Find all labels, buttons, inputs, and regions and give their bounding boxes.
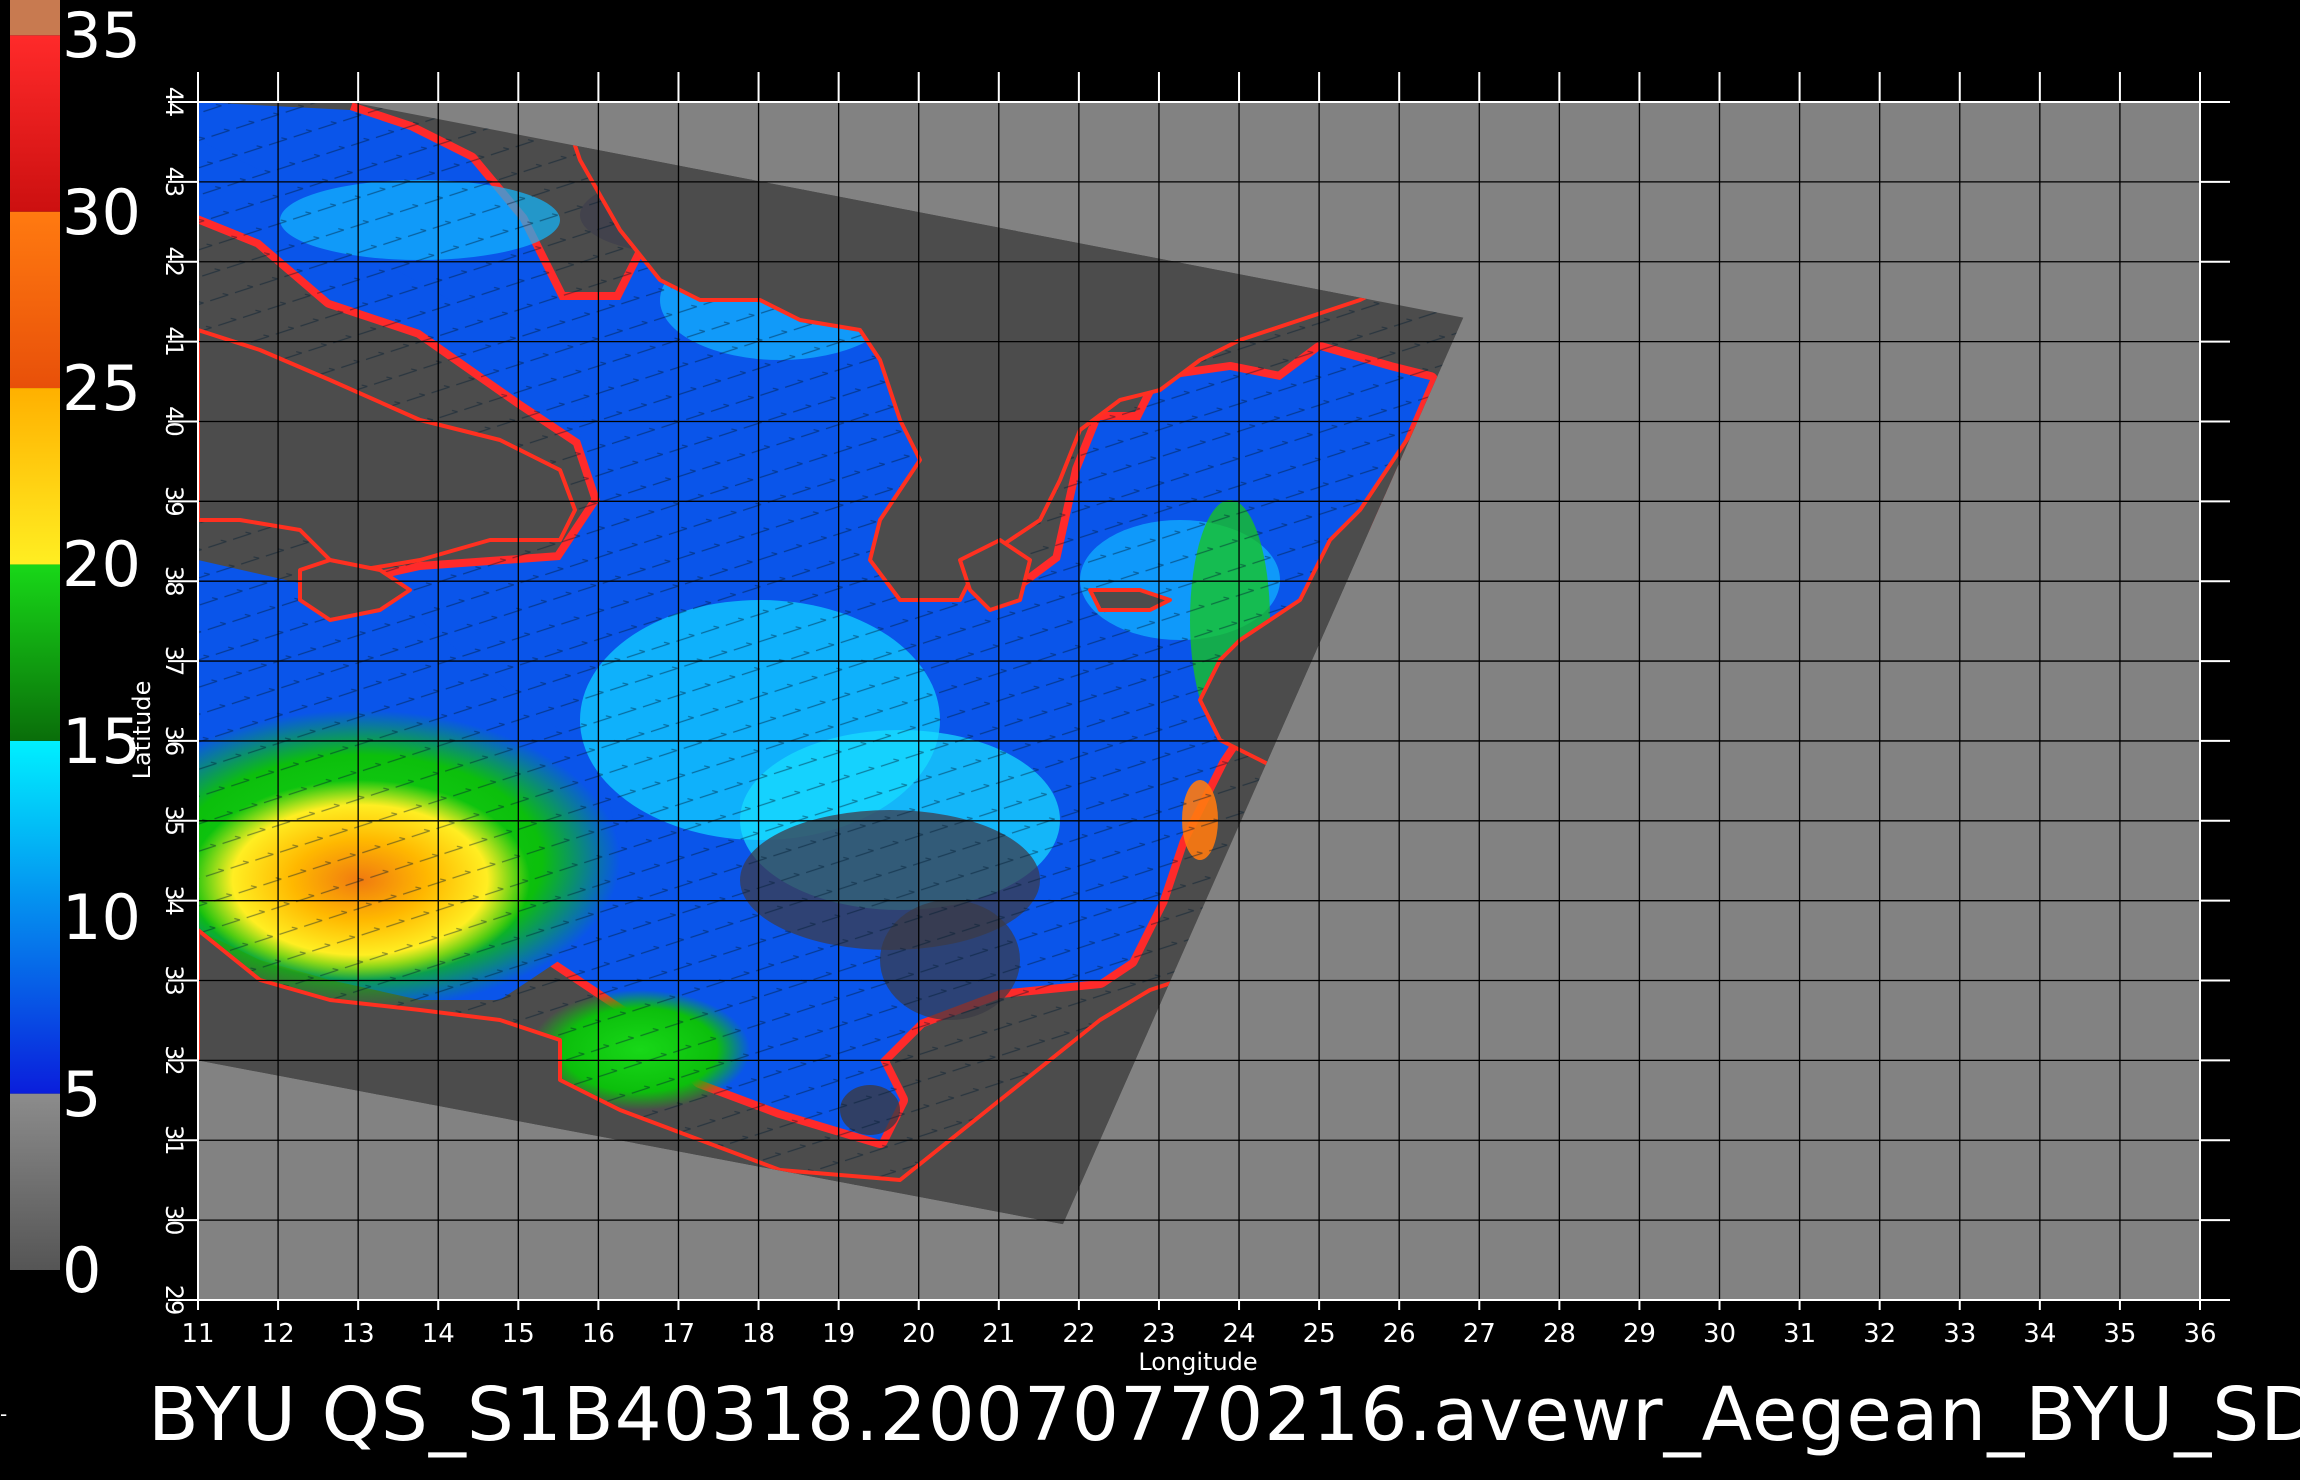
colorbar-band	[10, 564, 60, 741]
x-tick-label: 30	[1703, 1319, 1736, 1349]
x-tick-label: 23	[1142, 1319, 1175, 1349]
y-tick-label: 35	[160, 806, 188, 837]
colorbar-band	[10, 35, 60, 212]
x-tick-label: 32	[1863, 1319, 1896, 1349]
x-tick-label: 25	[1303, 1319, 1336, 1349]
x-tick-label: 12	[262, 1319, 295, 1349]
colorbar-band	[10, 1093, 60, 1270]
colorbar-label: 10	[62, 881, 141, 955]
x-tick-label: 18	[742, 1319, 775, 1349]
x-tick-label: 26	[1383, 1319, 1416, 1349]
x-tick-label: 17	[662, 1319, 695, 1349]
y-tick-label: 40	[160, 406, 188, 437]
y-tick-label: 32	[160, 1045, 188, 1076]
x-tick-label: 20	[902, 1319, 935, 1349]
x-tick-label: 24	[1222, 1319, 1255, 1349]
x-tick-label: 31	[1783, 1319, 1816, 1349]
y-tick-label: 37	[160, 646, 188, 677]
colorbar-band	[10, 740, 60, 1094]
x-tick-label: 22	[1062, 1319, 1095, 1349]
x-tick-label: 11	[181, 1319, 214, 1349]
colorbar-label: 30	[62, 175, 141, 249]
y-tick-label: 38	[160, 566, 188, 597]
y-tick-label: 31	[160, 1125, 188, 1156]
x-tick-label: 27	[1463, 1319, 1496, 1349]
y-tick-label: 34	[160, 885, 188, 916]
colorbar	[10, 0, 60, 1270]
x-tick-label: 34	[2023, 1319, 2056, 1349]
y-tick-label: 33	[160, 965, 188, 996]
colorbar-label: 35	[62, 0, 141, 73]
colorbar-label: 5	[62, 1057, 102, 1131]
x-tick-label: 35	[2103, 1319, 2136, 1349]
y-tick-label: 30	[160, 1205, 188, 1236]
x-tick-label: 14	[422, 1319, 455, 1349]
x-tick-label: 28	[1543, 1319, 1576, 1349]
colorbar-label: 20	[62, 528, 141, 602]
x-tick-label: 13	[342, 1319, 375, 1349]
colorbar-label: 25	[62, 352, 141, 426]
colorbar-band	[10, 0, 60, 36]
y-tick-label: 39	[160, 486, 188, 517]
y-tick-label: 42	[160, 246, 188, 277]
left-edge-mark: -	[0, 1402, 8, 1426]
x-tick-label: 21	[982, 1319, 1015, 1349]
y-tick-label: 41	[160, 326, 188, 357]
y-tick-label: 43	[160, 167, 188, 198]
colorbar-band	[10, 388, 60, 565]
colorbar-band	[10, 211, 60, 389]
x-tick-label: 29	[1623, 1319, 1656, 1349]
x-tick-label: 19	[822, 1319, 855, 1349]
x-tick-label: 36	[2183, 1319, 2216, 1349]
map-view: 11 12 13 14 15 16 17 18 19 20 21 22 23 24 25 26 27 28 29 30…	[10, 0, 2230, 1376]
colorbar-label: 15	[62, 704, 141, 778]
y-tick-label: 29	[160, 1285, 188, 1316]
x-tick-label: 16	[582, 1319, 615, 1349]
x-tick-label: 33	[1943, 1319, 1976, 1349]
y-tick-label: 44	[160, 87, 188, 118]
colorbar-label: 0	[62, 1234, 102, 1307]
image-title: BYU QS_S1B40318.20070770216.avewr_Aegean…	[148, 1372, 2300, 1458]
y-tick-label: 36	[160, 726, 188, 757]
x-tick-label: 15	[502, 1319, 535, 1349]
